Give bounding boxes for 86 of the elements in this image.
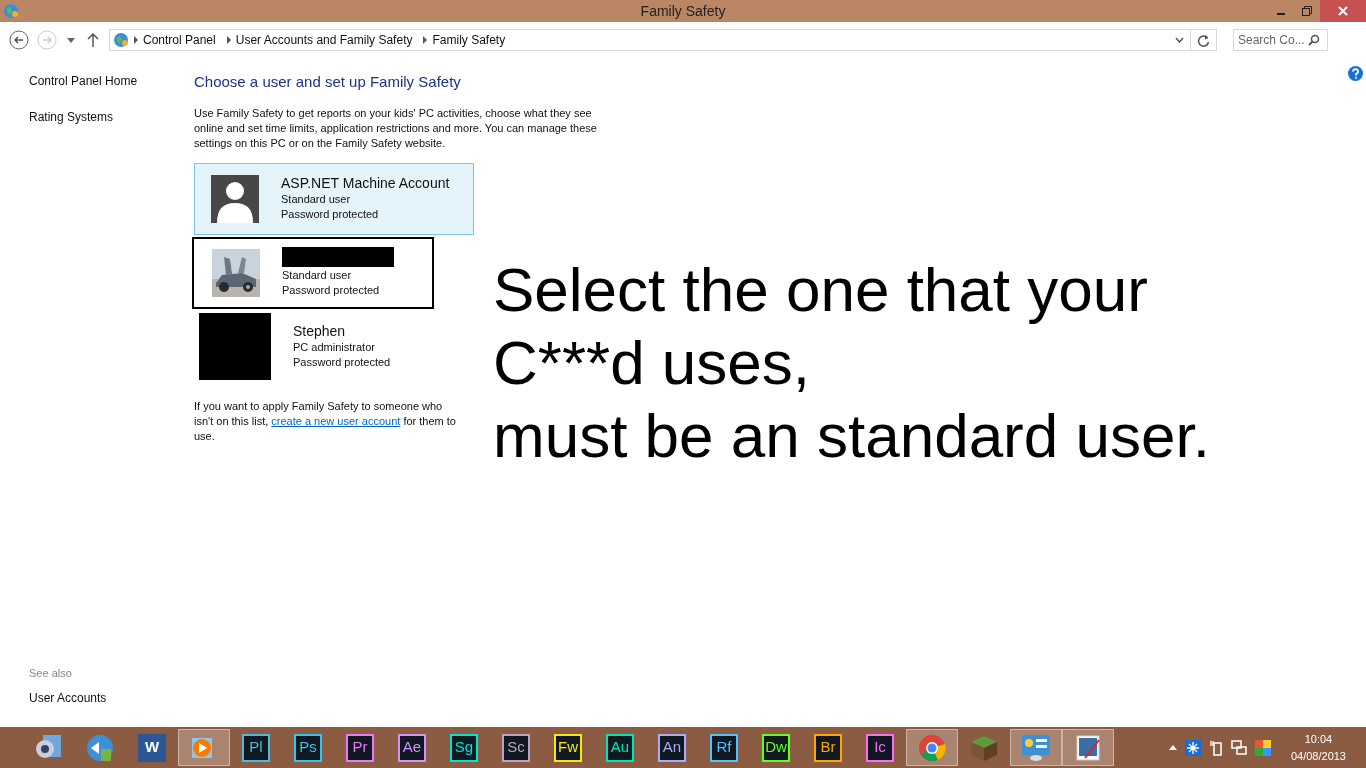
show-hidden-icon[interactable] — [1168, 745, 1177, 750]
snowflake-icon[interactable] — [1184, 739, 1201, 756]
minimize-icon — [1277, 13, 1285, 15]
see-also-heading: See also — [29, 665, 73, 681]
window-title: Family Safety — [639, 1, 727, 21]
browser-icon — [918, 733, 946, 762]
power-icon[interactable] — [1208, 739, 1223, 756]
app-tile-icon: Dw — [762, 733, 790, 762]
user-name: Stephen — [293, 323, 347, 340]
word-icon: W — [138, 733, 166, 762]
user-tile[interactable]: ASP.NET Machine Account Standard user Password protected — [194, 162, 474, 235]
taskbar-button[interactable] — [1010, 729, 1062, 766]
control-panel-icon — [1021, 733, 1051, 762]
user-role: Standard user — [282, 268, 353, 283]
taskbar-button[interactable]: Fw — [542, 729, 594, 766]
app-tile-icon: Au — [606, 733, 634, 762]
password-status: Password protected — [293, 355, 391, 370]
password-status: Password protected — [281, 207, 380, 222]
app-tile-icon: Rf — [710, 733, 738, 762]
sidebar-link[interactable]: Rating Systems — [29, 108, 194, 126]
page-heading: Choose a user and set up Family Safety — [194, 72, 462, 92]
app-tile-icon: Fw — [554, 733, 582, 762]
app-tile-icon: An — [658, 733, 686, 762]
annotation-line: C***d uses, — [493, 327, 811, 399]
close-icon — [1338, 6, 1348, 16]
sync-icon — [85, 732, 115, 763]
user-avatar-icon — [211, 174, 259, 223]
recent-dropdown[interactable] — [67, 37, 75, 43]
taskbar-button[interactable] — [906, 729, 958, 766]
create-account-link[interactable]: create a new user account — [271, 414, 401, 427]
search-icon — [1308, 34, 1320, 46]
breadcrumb-link[interactable]: Control Panel — [143, 31, 216, 49]
password-status: Password protected — [282, 283, 381, 298]
user-name: ASP.NET Machine Account — [281, 175, 450, 192]
app-tile-icon: Br — [814, 733, 842, 762]
search-input: Search Co... — [1238, 31, 1308, 49]
taskbar-button[interactable]: Br — [802, 729, 854, 766]
taskbar-button[interactable]: An — [646, 729, 698, 766]
redaction-block — [199, 313, 271, 380]
taskbar-button[interactable]: Sc — [490, 729, 542, 766]
sidebar-link[interactable]: User Accounts — [29, 689, 194, 707]
app-tile-icon: Pl — [242, 733, 270, 762]
taskbar-button[interactable]: Pr — [334, 729, 386, 766]
paint-icon — [1075, 733, 1101, 762]
intro-paragraph: Use Family Safety to get reports on your kids' PC activities, choose what they see online and set time limits, application restrictions and more. You can manage these settings on this PC or on the Family Safety website. — [194, 105, 598, 151]
taskbar-button[interactable]: Dw — [750, 729, 802, 766]
taskbar-button[interactable]: Rf — [698, 729, 750, 766]
globe-icon — [113, 32, 129, 48]
clock-time[interactable]: 10:04 — [1304, 731, 1333, 748]
footer-paragraph: If you want to apply Family Safety to someone who isn't on this list, create a new user account for them to use. — [194, 398, 456, 444]
taskbar-button[interactable]: Ps — [282, 729, 334, 766]
grass-block-icon — [970, 733, 998, 762]
help-icon[interactable] — [1348, 66, 1363, 81]
taskbar-button[interactable]: Ae — [386, 729, 438, 766]
taskbar-button[interactable]: Au — [594, 729, 646, 766]
close-button[interactable] — [1320, 0, 1366, 22]
annotation-line: must be an standard user. — [493, 400, 1210, 472]
chevron-down-icon[interactable] — [1175, 37, 1184, 43]
up-button[interactable] — [87, 33, 99, 47]
app-tile-icon: Ae — [398, 733, 426, 762]
taskbar-button[interactable]: W — [126, 729, 178, 766]
user-tile[interactable]: Standard user Password protected — [192, 236, 434, 309]
app-tile-icon: Ps — [294, 733, 322, 762]
app-tile-icon: Ic — [866, 733, 894, 762]
annotation-line: Select the one that your — [493, 254, 1148, 326]
app-tile-icon: Pr — [346, 733, 374, 762]
shield-icon[interactable] — [1254, 739, 1271, 756]
clock-date[interactable]: 04/08/2013 — [1290, 747, 1346, 764]
search-field[interactable]: Search Co... — [1233, 29, 1328, 51]
breadcrumb-link[interactable]: User Accounts and Family Safety — [235, 31, 413, 49]
user-role: PC administrator — [293, 340, 376, 355]
breadcrumb-link[interactable]: Family Safety — [432, 31, 506, 49]
network-icon[interactable] — [1230, 739, 1247, 756]
taskbar-button[interactable]: Pl — [230, 729, 282, 766]
refresh-icon[interactable] — [1197, 33, 1210, 47]
globe-icon — [3, 3, 19, 19]
sidebar-link[interactable]: Control Panel Home — [29, 72, 194, 90]
app-tile-icon: Sg — [450, 733, 478, 762]
user-role: Standard user — [281, 192, 352, 207]
back-button[interactable] — [9, 30, 29, 50]
taskbar-button[interactable]: Ic — [854, 729, 906, 766]
restore-icon — [1302, 6, 1312, 16]
taskbar-button[interactable]: Sg — [438, 729, 490, 766]
address-bar[interactable]: Control Panel User Accounts and Family Safety Family Safety — [109, 29, 1217, 51]
app-tile-icon: Sc — [502, 733, 530, 762]
taskbar-button[interactable] — [1062, 729, 1114, 766]
